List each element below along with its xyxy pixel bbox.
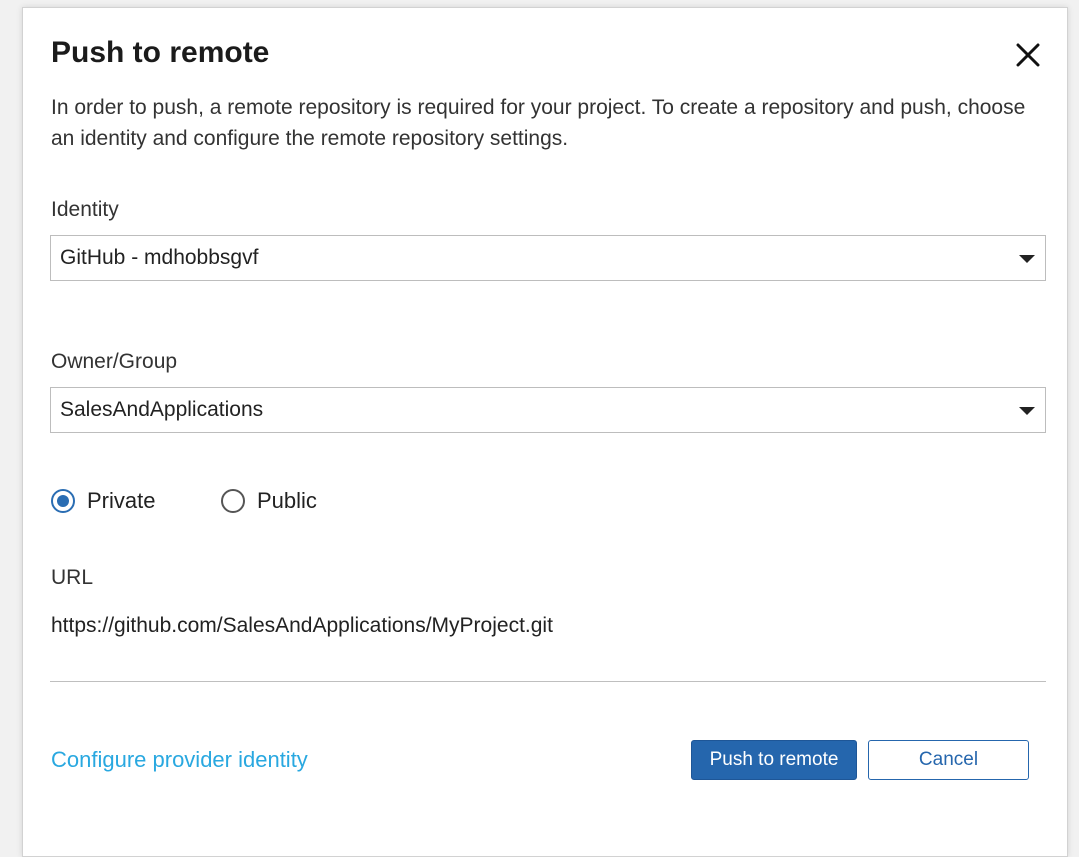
close-icon xyxy=(1016,43,1040,67)
url-label: URL xyxy=(51,566,94,589)
radio-unselected-icon xyxy=(221,489,245,513)
close-button[interactable] xyxy=(1013,40,1043,70)
url-value: https://github.com/SalesAndApplications/… xyxy=(51,614,553,637)
owner-group-select-value: SalesAndApplications xyxy=(60,398,264,421)
configure-provider-identity-link[interactable]: Configure provider identity xyxy=(51,745,308,775)
footer-divider xyxy=(50,681,1046,682)
caret-down-icon xyxy=(1019,255,1035,263)
push-to-remote-button[interactable]: Push to remote xyxy=(691,740,857,780)
identity-select[interactable]: GitHub - mdhobbsgvf xyxy=(50,235,1046,281)
identity-select-value: GitHub - mdhobbsgvf xyxy=(60,246,259,269)
owner-group-select[interactable]: SalesAndApplications xyxy=(50,387,1046,433)
push-to-remote-dialog: Push to remote In order to push, a remot… xyxy=(22,7,1068,857)
cancel-button[interactable]: Cancel xyxy=(868,740,1029,780)
radio-public-label: Public xyxy=(257,488,317,513)
dialog-title: Push to remote xyxy=(51,36,270,69)
dialog-description: In order to push, a remote repository is… xyxy=(51,96,1026,150)
radio-selected-icon xyxy=(51,489,75,513)
identity-label: Identity xyxy=(51,198,119,221)
caret-down-icon xyxy=(1019,407,1035,415)
owner-group-label: Owner/Group xyxy=(51,350,178,373)
radio-private-label: Private xyxy=(87,488,156,513)
